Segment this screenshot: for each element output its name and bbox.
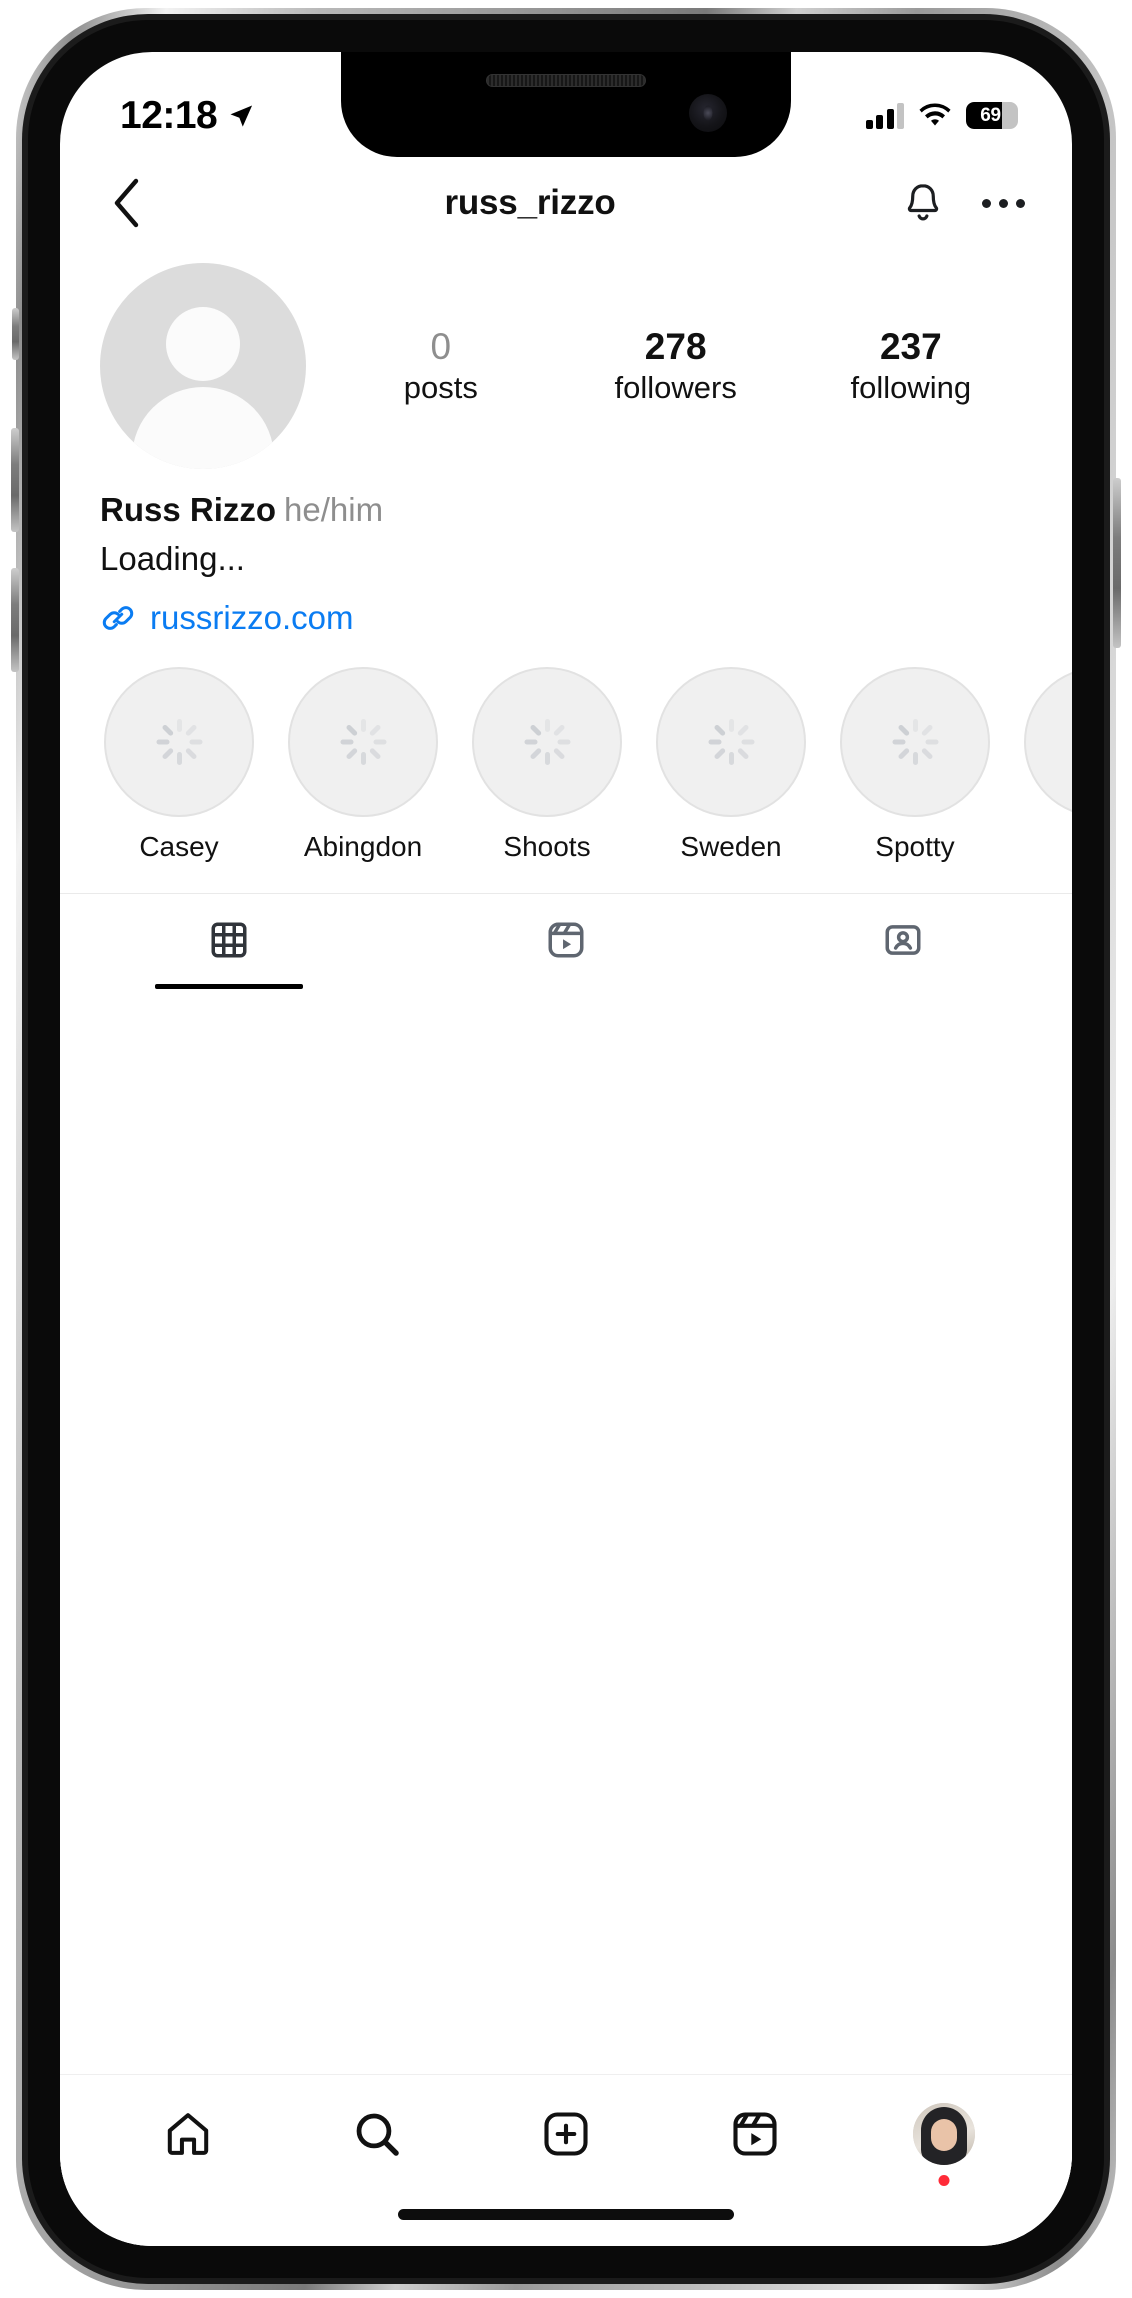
- highlight-label: Abingdon: [303, 830, 423, 862]
- highlight-item[interactable]: Abingdon: [284, 666, 442, 863]
- back-button[interactable]: [100, 176, 154, 230]
- stat-followers[interactable]: 278 followers: [615, 326, 737, 407]
- device-notch: [341, 52, 791, 157]
- highlight-label: Casey: [139, 830, 219, 862]
- status-bar-right: 69: [865, 102, 1018, 129]
- bio-name-row: Russ Rizzo he/him: [100, 487, 1032, 534]
- status-time: 12:18: [120, 93, 218, 137]
- instagram-app: russ_rizzo 0 posts 278 followers 237 fol…: [60, 157, 1072, 2246]
- tagged-person-icon: [879, 916, 927, 964]
- highlight-thumbnail: [840, 666, 990, 817]
- stat-posts[interactable]: 0 posts: [381, 326, 501, 407]
- highlight-thumbnail: [288, 666, 438, 817]
- power-button[interactable]: [1113, 478, 1121, 648]
- highlight-item[interactable]: Shoots: [468, 666, 626, 863]
- highlight-item[interactable]: Sweden: [652, 666, 810, 863]
- highlight-thumbnail: [472, 666, 622, 817]
- loading-spinner-icon: [708, 718, 754, 765]
- inactive-tab-underline: [492, 984, 640, 989]
- default-avatar-icon: [166, 307, 240, 381]
- nav-home-button[interactable]: [152, 2098, 224, 2170]
- following-count: 237: [879, 325, 942, 367]
- notifications-button[interactable]: [900, 180, 946, 226]
- bio-text: Loading...: [100, 539, 245, 577]
- phone-screen: 12:18 69 russ_rizzo 0 posts 278 follower…: [60, 52, 1072, 2246]
- profile-tabs: [60, 892, 1072, 989]
- inactive-tab-underline: [829, 984, 977, 989]
- nav-profile-button[interactable]: [908, 2098, 980, 2186]
- tab-tagged[interactable]: [735, 894, 1072, 989]
- stat-following[interactable]: 237 following: [851, 326, 972, 407]
- profile-link[interactable]: russrizzo.com: [100, 599, 1032, 637]
- following-label: following: [850, 370, 972, 406]
- highlight-label: Sweden: [680, 830, 782, 862]
- earpiece-speaker-icon: [486, 74, 646, 87]
- highlight-label: Shoots: [503, 830, 591, 862]
- home-indicator[interactable]: [398, 2209, 734, 2220]
- nav-search-button[interactable]: [341, 2098, 413, 2170]
- profile-bio: Russ Rizzo he/him Loading... russrizzo.co…: [60, 469, 1072, 637]
- loading-spinner-icon: [892, 718, 938, 765]
- profile-stats: 0 posts 278 followers 237 following: [306, 326, 1028, 407]
- location-arrow-icon: [230, 105, 253, 127]
- highlight-label: Spotty: [875, 830, 955, 862]
- followers-label: followers: [614, 370, 737, 406]
- notification-badge-dot: [938, 2175, 950, 2186]
- highlight-item[interactable]: Spotty: [836, 666, 994, 863]
- volume-down-button[interactable]: [11, 568, 19, 672]
- loading-spinner-icon: [340, 718, 386, 765]
- bottom-navigation-bar: [60, 2074, 1072, 2246]
- battery-percent-label: 69: [980, 104, 1001, 126]
- navbar-actions: [900, 180, 1026, 226]
- profile-avatar-icon: [912, 2103, 975, 2165]
- pronouns: he/him: [284, 491, 384, 528]
- tab-reels[interactable]: [397, 894, 734, 989]
- highlight-thumbnail: [104, 666, 254, 817]
- posts-count: 0: [430, 325, 452, 367]
- highlight-item-partial[interactable]: [1020, 666, 1072, 831]
- profile-navbar: russ_rizzo: [60, 157, 1072, 249]
- reels-icon: [733, 2112, 777, 2156]
- wifi-icon: [919, 103, 951, 125]
- silent-switch-button[interactable]: [12, 308, 19, 360]
- nav-reels-button[interactable]: [719, 2098, 791, 2170]
- nav-create-button[interactable]: [530, 2098, 602, 2170]
- bottom-nav-items: [60, 2075, 1072, 2193]
- story-highlights[interactable]: Casey Abingdon Shoots Sweden Spotty: [60, 637, 1072, 863]
- reels-icon: [542, 916, 590, 964]
- active-tab-underline: [154, 983, 303, 989]
- more-options-button[interactable]: [980, 180, 1026, 226]
- grid-icon: [205, 916, 253, 964]
- more-options-icon: [981, 198, 1025, 208]
- search-icon: [356, 2113, 399, 2156]
- tab-grid[interactable]: [60, 894, 397, 989]
- loading-spinner-icon: [524, 718, 570, 765]
- profile-header: 0 posts 278 followers 237 following: [60, 249, 1072, 469]
- plus-square-icon: [544, 2112, 588, 2156]
- loading-spinner-icon: [156, 718, 202, 765]
- front-camera-icon: [689, 94, 727, 132]
- profile-avatar[interactable]: [100, 263, 306, 469]
- chevron-left-icon: [114, 178, 139, 228]
- highlight-item[interactable]: Casey: [100, 666, 258, 863]
- cellular-signal-icon: [865, 102, 904, 129]
- highlight-thumbnail: [656, 666, 806, 817]
- phone-device-frame: 12:18 69 russ_rizzo 0 posts 278 follower…: [11, 8, 1121, 2290]
- home-icon: [168, 2113, 209, 2155]
- display-name: Russ Rizzo: [100, 491, 277, 528]
- page-title: russ_rizzo: [444, 183, 616, 222]
- volume-up-button[interactable]: [11, 428, 19, 532]
- status-bar-left: 12:18: [120, 94, 255, 138]
- posts-label: posts: [403, 370, 478, 406]
- profile-link-text: russrizzo.com: [150, 598, 354, 636]
- bell-icon: [907, 184, 939, 221]
- battery-icon: 69: [966, 102, 1018, 129]
- link-chain-icon: [102, 605, 134, 630]
- highlight-thumbnail: [1024, 666, 1072, 817]
- followers-count: 278: [644, 325, 707, 367]
